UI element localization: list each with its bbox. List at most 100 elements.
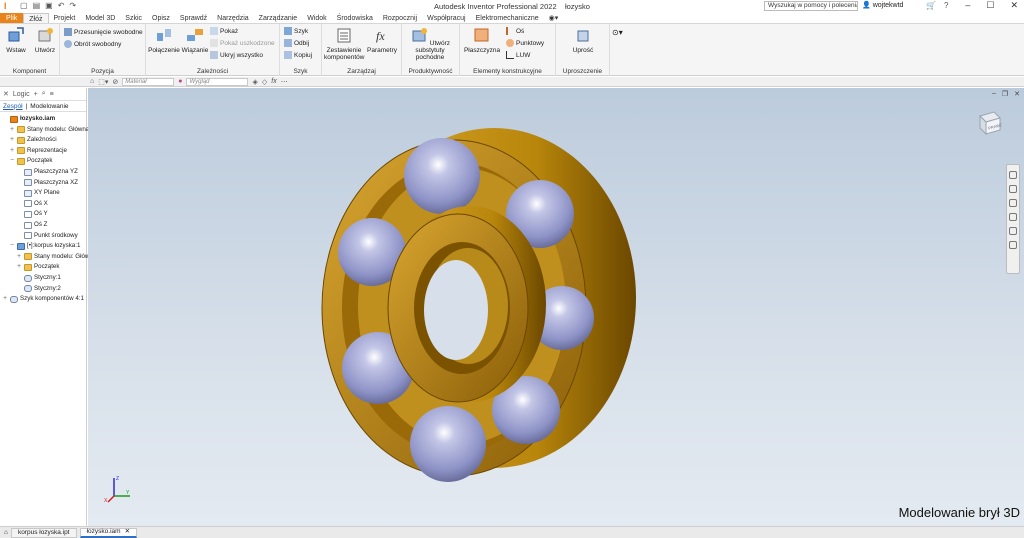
- utworz-substytuty-button[interactable]: Utwórz substytuty pochodne: [402, 27, 458, 61]
- appearance-icon[interactable]: ●: [178, 78, 182, 85]
- fx-small-icon[interactable]: fx: [271, 78, 276, 85]
- doctab-korpus[interactable]: korpus łozyska.ipt: [10, 527, 77, 538]
- close-browser-icon[interactable]: ✕: [3, 90, 9, 98]
- expand-toggle-icon[interactable]: −: [10, 156, 15, 166]
- expand-toggle-icon[interactable]: +: [10, 135, 15, 145]
- tree-item[interactable]: Oś X: [17, 199, 48, 209]
- tree-item[interactable]: Punkt środkowy: [17, 231, 78, 241]
- tab-srodowiska[interactable]: Środowiska: [332, 13, 378, 23]
- obrot-swobodny-button[interactable]: Obrót swobodny: [64, 40, 121, 48]
- steering-wheel-icon[interactable]: [1009, 171, 1017, 179]
- tab-zloz[interactable]: Złóż: [23, 13, 49, 23]
- filter-icon[interactable]: ⊘: [112, 78, 118, 86]
- material-dropdown[interactable]: Materiał: [122, 77, 175, 86]
- vp-minimize-button[interactable]: –: [992, 90, 996, 98]
- user-account[interactable]: 👤 wojtekwtd: [862, 1, 903, 10]
- tab-rozpocznij[interactable]: Rozpocznij: [378, 13, 422, 23]
- tab-modelowanie[interactable]: Modelowanie: [30, 103, 68, 110]
- tree-item[interactable]: + Zależności: [10, 135, 57, 145]
- tree-item[interactable]: Płaszczyzna YZ: [17, 167, 78, 177]
- tree-item[interactable]: + Reprezentacje: [10, 146, 67, 156]
- cart-icon[interactable]: 🛒: [926, 1, 936, 10]
- tree-item[interactable]: + Stany modelu: Główna: [17, 252, 96, 262]
- pan-icon[interactable]: [1009, 185, 1017, 193]
- expand-toggle-icon[interactable]: +: [17, 252, 22, 262]
- vp-restore-button[interactable]: ❐: [1002, 90, 1008, 98]
- tree-item[interactable]: − Początek: [10, 156, 52, 166]
- tree-item[interactable]: − [•]:korpus łozyska:1: [10, 241, 80, 251]
- przesuniecie-swobodne-button[interactable]: Przesunięcie swobodne: [64, 28, 143, 36]
- appearance-dropdown[interactable]: Wygląd: [186, 77, 249, 86]
- luw-button[interactable]: LUW: [506, 51, 530, 59]
- help-search-input[interactable]: Wyszukaj w pomocy i poleceniach...: [764, 1, 858, 11]
- os-button[interactable]: Oś: [506, 27, 524, 35]
- wiazanie-button[interactable]: Wiązanie: [180, 27, 210, 54]
- tree-item[interactable]: + Stany modelu: Główna: [10, 125, 89, 135]
- vp-close-button[interactable]: ✕: [1014, 90, 1020, 98]
- tree-item[interactable]: XY Plane: [17, 188, 60, 198]
- help-icon[interactable]: ?: [944, 1, 948, 10]
- zoom-icon[interactable]: [1009, 199, 1017, 207]
- tree-item[interactable]: + Szyk komponentów 4:1: [3, 294, 84, 304]
- tree-item[interactable]: Płaszczyzna XZ: [17, 178, 78, 188]
- browser-filter[interactable]: Logic: [13, 91, 30, 98]
- tab-model-3d[interactable]: Model 3D: [80, 13, 120, 23]
- panel-title-elementy[interactable]: Elementy konstrukcyjne: [460, 68, 555, 75]
- panel-title-zarzadzaj[interactable]: Zarządzaj: [322, 68, 401, 75]
- utworz-button[interactable]: Utwórz: [31, 27, 59, 54]
- more-icon[interactable]: ⋯: [281, 78, 288, 86]
- doctab-close-icon[interactable]: ✕: [125, 527, 130, 537]
- doctab-lozysko[interactable]: łozysko.iam ✕: [79, 527, 138, 538]
- ukryj-wszystko-button[interactable]: Ukryj wszystko: [210, 51, 263, 59]
- odbij-button[interactable]: Odbij: [284, 39, 309, 47]
- tree-item[interactable]: Styczny:2: [17, 284, 61, 294]
- ribbon-options-icon[interactable]: ◉▾: [544, 13, 564, 23]
- panel-title-produktywnosc[interactable]: Produktywność: [402, 68, 459, 75]
- expand-toggle-icon[interactable]: −: [10, 241, 15, 251]
- tab-plik[interactable]: Plik: [0, 13, 24, 23]
- home-tab-icon[interactable]: ⌂: [4, 529, 8, 536]
- viewcube[interactable]: PRAWO: [976, 110, 1002, 136]
- tab-narzedzia[interactable]: Narzędzia: [212, 13, 254, 23]
- panel-title-zaleznosci[interactable]: Zależności: [146, 68, 279, 75]
- panel-title-komponent[interactable]: Komponent: [0, 68, 59, 75]
- tab-zespol[interactable]: Zespół: [3, 103, 23, 110]
- graphics-viewport[interactable]: – ❐ ✕ PRAWO Z Y X Modelowanie brył 3D: [88, 88, 1024, 526]
- look-at-icon[interactable]: [1009, 227, 1017, 235]
- parametry-button[interactable]: fx Parametry: [364, 27, 400, 54]
- nav-customize-icon[interactable]: [1009, 241, 1017, 249]
- tree-item[interactable]: + Początek: [17, 262, 59, 272]
- pokaz-uszkodzone-button[interactable]: Pokaż uszkodzone: [210, 39, 275, 47]
- kopiuj-button[interactable]: Kopiuj: [284, 51, 312, 59]
- clear-icon[interactable]: ◇: [262, 78, 267, 86]
- tab-sprawdz[interactable]: Sprawdź: [175, 13, 212, 23]
- orbit-icon[interactable]: [1009, 213, 1017, 221]
- wstaw-button[interactable]: Wstaw: [3, 27, 29, 54]
- uprosc-button[interactable]: Uprość: [564, 27, 602, 54]
- tab-elektromechaniczne[interactable]: Elektromechaniczne: [471, 13, 544, 23]
- tab-opisz[interactable]: Opisz: [147, 13, 175, 23]
- expand-toggle-icon[interactable]: +: [3, 294, 8, 304]
- tab-projekt[interactable]: Projekt: [49, 13, 81, 23]
- tree-item[interactable]: łozysko.iam: [3, 114, 55, 124]
- bearing-model[interactable]: [312, 110, 642, 490]
- add-icon[interactable]: +: [34, 91, 38, 98]
- szyk-button[interactable]: Szyk: [284, 27, 308, 35]
- tree-item[interactable]: Styczny:1: [17, 273, 61, 283]
- tree-item[interactable]: Oś Y: [17, 209, 48, 219]
- panel-title-uproszczenie[interactable]: Uproszczenie: [556, 68, 609, 75]
- expand-toggle-icon[interactable]: +: [10, 146, 15, 156]
- panel-title-pozycja[interactable]: Pozycja: [60, 68, 145, 75]
- expand-toggle-icon[interactable]: +: [17, 262, 22, 272]
- ribbon-extra-icon[interactable]: ⊙▾: [612, 28, 623, 37]
- tab-wspolpracuj[interactable]: Współpracuj: [422, 13, 471, 23]
- select-icon[interactable]: ⬚▾: [98, 78, 108, 86]
- polaczenie-button[interactable]: Połączenie: [148, 27, 180, 54]
- minimize-button[interactable]: –: [965, 0, 970, 11]
- punktowy-button[interactable]: Punktowy: [506, 39, 544, 47]
- tab-zarzadzanie[interactable]: Zarządzanie: [254, 13, 303, 23]
- adjust-icon[interactable]: ◈: [252, 78, 257, 86]
- zestawienie-komponentow-button[interactable]: Zestawienie komponentów: [324, 27, 364, 61]
- tree-item[interactable]: Oś Z: [17, 220, 47, 230]
- maximize-button[interactable]: ☐: [986, 0, 994, 11]
